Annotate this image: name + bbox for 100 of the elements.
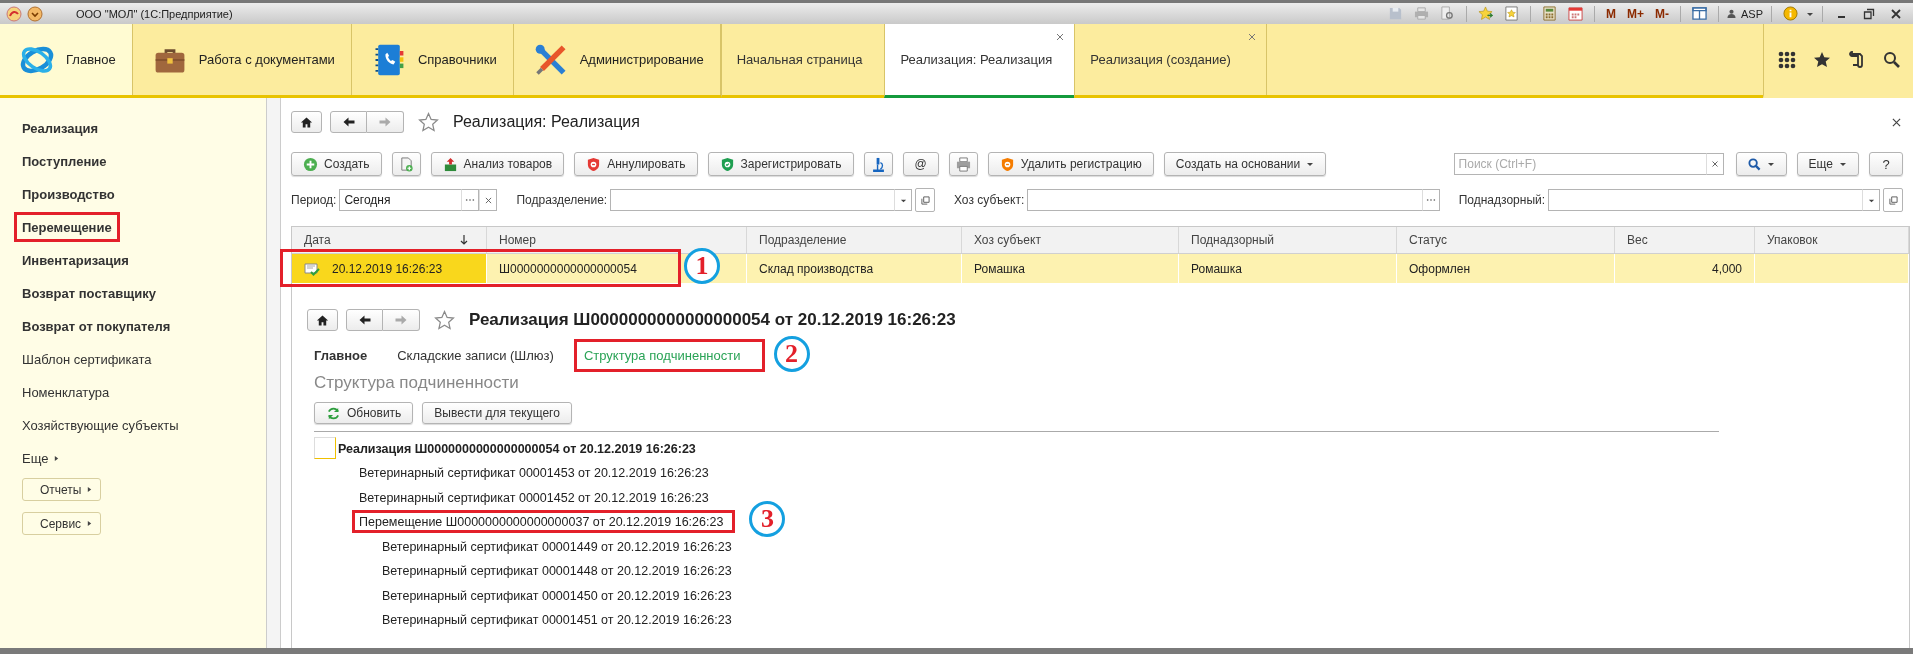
column-header[interactable]: Упаковок bbox=[1755, 227, 1909, 253]
star-icon[interactable] bbox=[418, 111, 439, 133]
memory-button[interactable]: M- bbox=[1652, 6, 1672, 21]
open-button[interactable] bbox=[1883, 188, 1903, 212]
toolbar-button[interactable]: Удалить регистрацию bbox=[987, 152, 1154, 176]
toolbar-button[interactable]: Создать bbox=[291, 152, 382, 176]
home-button[interactable] bbox=[291, 111, 322, 133]
memory-button[interactable]: M+ bbox=[1623, 6, 1647, 21]
search-icon[interactable] bbox=[1883, 50, 1901, 69]
select-button[interactable] bbox=[461, 189, 480, 211]
user-icon[interactable] bbox=[1727, 9, 1736, 18]
open-button[interactable] bbox=[915, 188, 935, 212]
clear-button[interactable] bbox=[1705, 153, 1724, 175]
preview-icon[interactable] bbox=[1439, 6, 1455, 21]
sidebar-link[interactable]: Возврат поставщику bbox=[22, 286, 156, 301]
column-header[interactable]: Дата bbox=[292, 227, 487, 253]
clear-button[interactable] bbox=[479, 189, 498, 211]
caret-icon bbox=[1766, 160, 1775, 168]
sidebar-link[interactable]: Номенклатура bbox=[22, 385, 110, 400]
form-nav-link[interactable]: Складские записи (Шлюз) bbox=[397, 347, 554, 363]
tree-item[interactable]: Ветеринарный сертификат 00001450 от 20.12.2019 16:26:23 bbox=[382, 588, 732, 603]
form-nav-link[interactable]: Главное bbox=[314, 347, 368, 363]
home-button[interactable] bbox=[307, 309, 338, 331]
calendar-icon[interactable] bbox=[1567, 6, 1583, 21]
search-field[interactable]: Поиск (Ctrl+F) bbox=[1453, 153, 1706, 175]
sidebar-link[interactable]: Поступление bbox=[22, 154, 107, 169]
tree-item[interactable]: Ветеринарный сертификат 00001451 от 20.12.2019 16:26:23 bbox=[382, 613, 732, 628]
toolbar-button[interactable] bbox=[948, 152, 978, 176]
more-link[interactable]: Еще bbox=[22, 442, 60, 475]
sidebar-link[interactable]: Инвентаризация bbox=[22, 253, 129, 268]
search-icon bbox=[1747, 157, 1761, 171]
sidebar-button[interactable]: Отчеты bbox=[22, 478, 102, 501]
sidebar-link[interactable]: Шаблон сертификата bbox=[22, 352, 152, 367]
filter-field[interactable]: Сегодня bbox=[339, 189, 462, 211]
back-button[interactable] bbox=[330, 111, 367, 133]
panel-layout-icon[interactable] bbox=[1692, 6, 1707, 21]
page-tab[interactable]: Реализация: Реализация bbox=[884, 24, 1075, 98]
help-button[interactable]: ? bbox=[1869, 152, 1903, 176]
cell-cursor bbox=[314, 437, 336, 460]
filter-field[interactable] bbox=[610, 189, 894, 211]
tree-item[interactable]: Ветеринарный сертификат 00001452 от 20.12.2019 16:26:23 bbox=[359, 490, 709, 505]
column-header[interactable]: Поднадзорный bbox=[1179, 227, 1397, 253]
toolbar-button[interactable] bbox=[391, 152, 421, 176]
toolbar-button[interactable]: Зарегистрировать bbox=[707, 152, 854, 176]
tree-item[interactable]: Ветеринарный сертификат 00001453 от 20.12.2019 16:26:23 bbox=[359, 466, 709, 481]
dropdown-button[interactable]: Создать на основании bbox=[1163, 152, 1327, 176]
email-button[interactable]: @ bbox=[902, 152, 939, 176]
search-button[interactable] bbox=[1735, 152, 1787, 176]
close-icon[interactable] bbox=[1890, 7, 1902, 20]
sidebar-link[interactable]: Реализация bbox=[22, 121, 99, 136]
refresh-button[interactable]: Обновить bbox=[314, 402, 414, 424]
dropdown-button[interactable] bbox=[1862, 189, 1880, 211]
filter-field[interactable] bbox=[1027, 189, 1422, 211]
toolbar-button[interactable]: Анализ товаров bbox=[430, 152, 565, 176]
filter-field[interactable] bbox=[1548, 189, 1862, 211]
section-tab[interactable]: Работа с документами bbox=[132, 24, 352, 95]
column-header[interactable]: Подразделение bbox=[747, 227, 962, 253]
more-button[interactable]: Еще bbox=[1796, 152, 1859, 176]
dropdown-button[interactable] bbox=[894, 189, 912, 211]
sidebar-link[interactable]: Перемещение bbox=[22, 220, 112, 235]
table-cell: Ромашка bbox=[1191, 261, 1242, 276]
copy-document-icon bbox=[398, 156, 414, 172]
close-icon[interactable] bbox=[1892, 117, 1901, 127]
user-name[interactable]: ASP bbox=[1741, 7, 1763, 20]
tree-item[interactable]: Реализация Ш0000000000000000054 от 20.12.2019 16:26:23 bbox=[338, 441, 696, 456]
filter-label: Подразделение: bbox=[516, 193, 608, 207]
sidebar-button[interactable]: Сервис bbox=[22, 512, 102, 535]
back-button[interactable] bbox=[346, 309, 383, 331]
sidebar-link[interactable]: Возврат от покупателя bbox=[22, 319, 171, 334]
memory-button[interactable]: M bbox=[1602, 6, 1619, 21]
toolbar-button[interactable]: Аннулировать bbox=[574, 152, 698, 176]
toolbar-button[interactable] bbox=[863, 152, 893, 176]
history-icon[interactable] bbox=[1848, 50, 1866, 69]
section-tab[interactable]: Главное bbox=[0, 24, 133, 95]
column-header[interactable]: Вес bbox=[1615, 227, 1755, 253]
star-add-icon[interactable] bbox=[1477, 6, 1493, 21]
close-icon[interactable] bbox=[1056, 33, 1065, 41]
tree-item[interactable]: Перемещение Ш0000000000000000037 от 20.12.2019 16:26:23 bbox=[359, 515, 724, 530]
calculator-icon[interactable] bbox=[1541, 6, 1557, 21]
select-button[interactable] bbox=[1421, 189, 1440, 211]
menu-icon[interactable] bbox=[27, 5, 43, 22]
sidebar-link[interactable]: Производство bbox=[22, 187, 115, 202]
restore-icon[interactable] bbox=[1863, 7, 1875, 20]
action-button[interactable]: Вывести для текущего bbox=[422, 402, 572, 424]
grid-menu-icon[interactable] bbox=[1778, 50, 1796, 69]
column-header[interactable]: Хоз субъект bbox=[962, 227, 1179, 253]
info-icon[interactable] bbox=[1783, 6, 1798, 21]
star-icon[interactable] bbox=[1813, 50, 1831, 69]
app-logo-icon[interactable] bbox=[6, 5, 22, 22]
favorites-icon[interactable] bbox=[1503, 6, 1519, 21]
section-tab[interactable]: Администрирование bbox=[513, 24, 721, 95]
column-header[interactable]: Статус bbox=[1397, 227, 1615, 253]
section-heading: Структура подчиненности bbox=[314, 373, 520, 393]
section-tab[interactable]: Справочники bbox=[351, 24, 514, 95]
tree-item[interactable]: Ветеринарный сертификат 00001448 от 20.12.2019 16:26:23 bbox=[382, 564, 732, 579]
sidebar-link[interactable]: Хозяйствующие субъекты bbox=[22, 418, 179, 433]
page-tab[interactable]: Реализация (создание) bbox=[1074, 24, 1267, 98]
tree-item[interactable]: Ветеринарный сертификат 00001449 от 20.12.2019 16:26:23 bbox=[382, 539, 732, 554]
star-icon[interactable] bbox=[434, 309, 455, 331]
table-cell: Склад производства bbox=[759, 261, 874, 276]
